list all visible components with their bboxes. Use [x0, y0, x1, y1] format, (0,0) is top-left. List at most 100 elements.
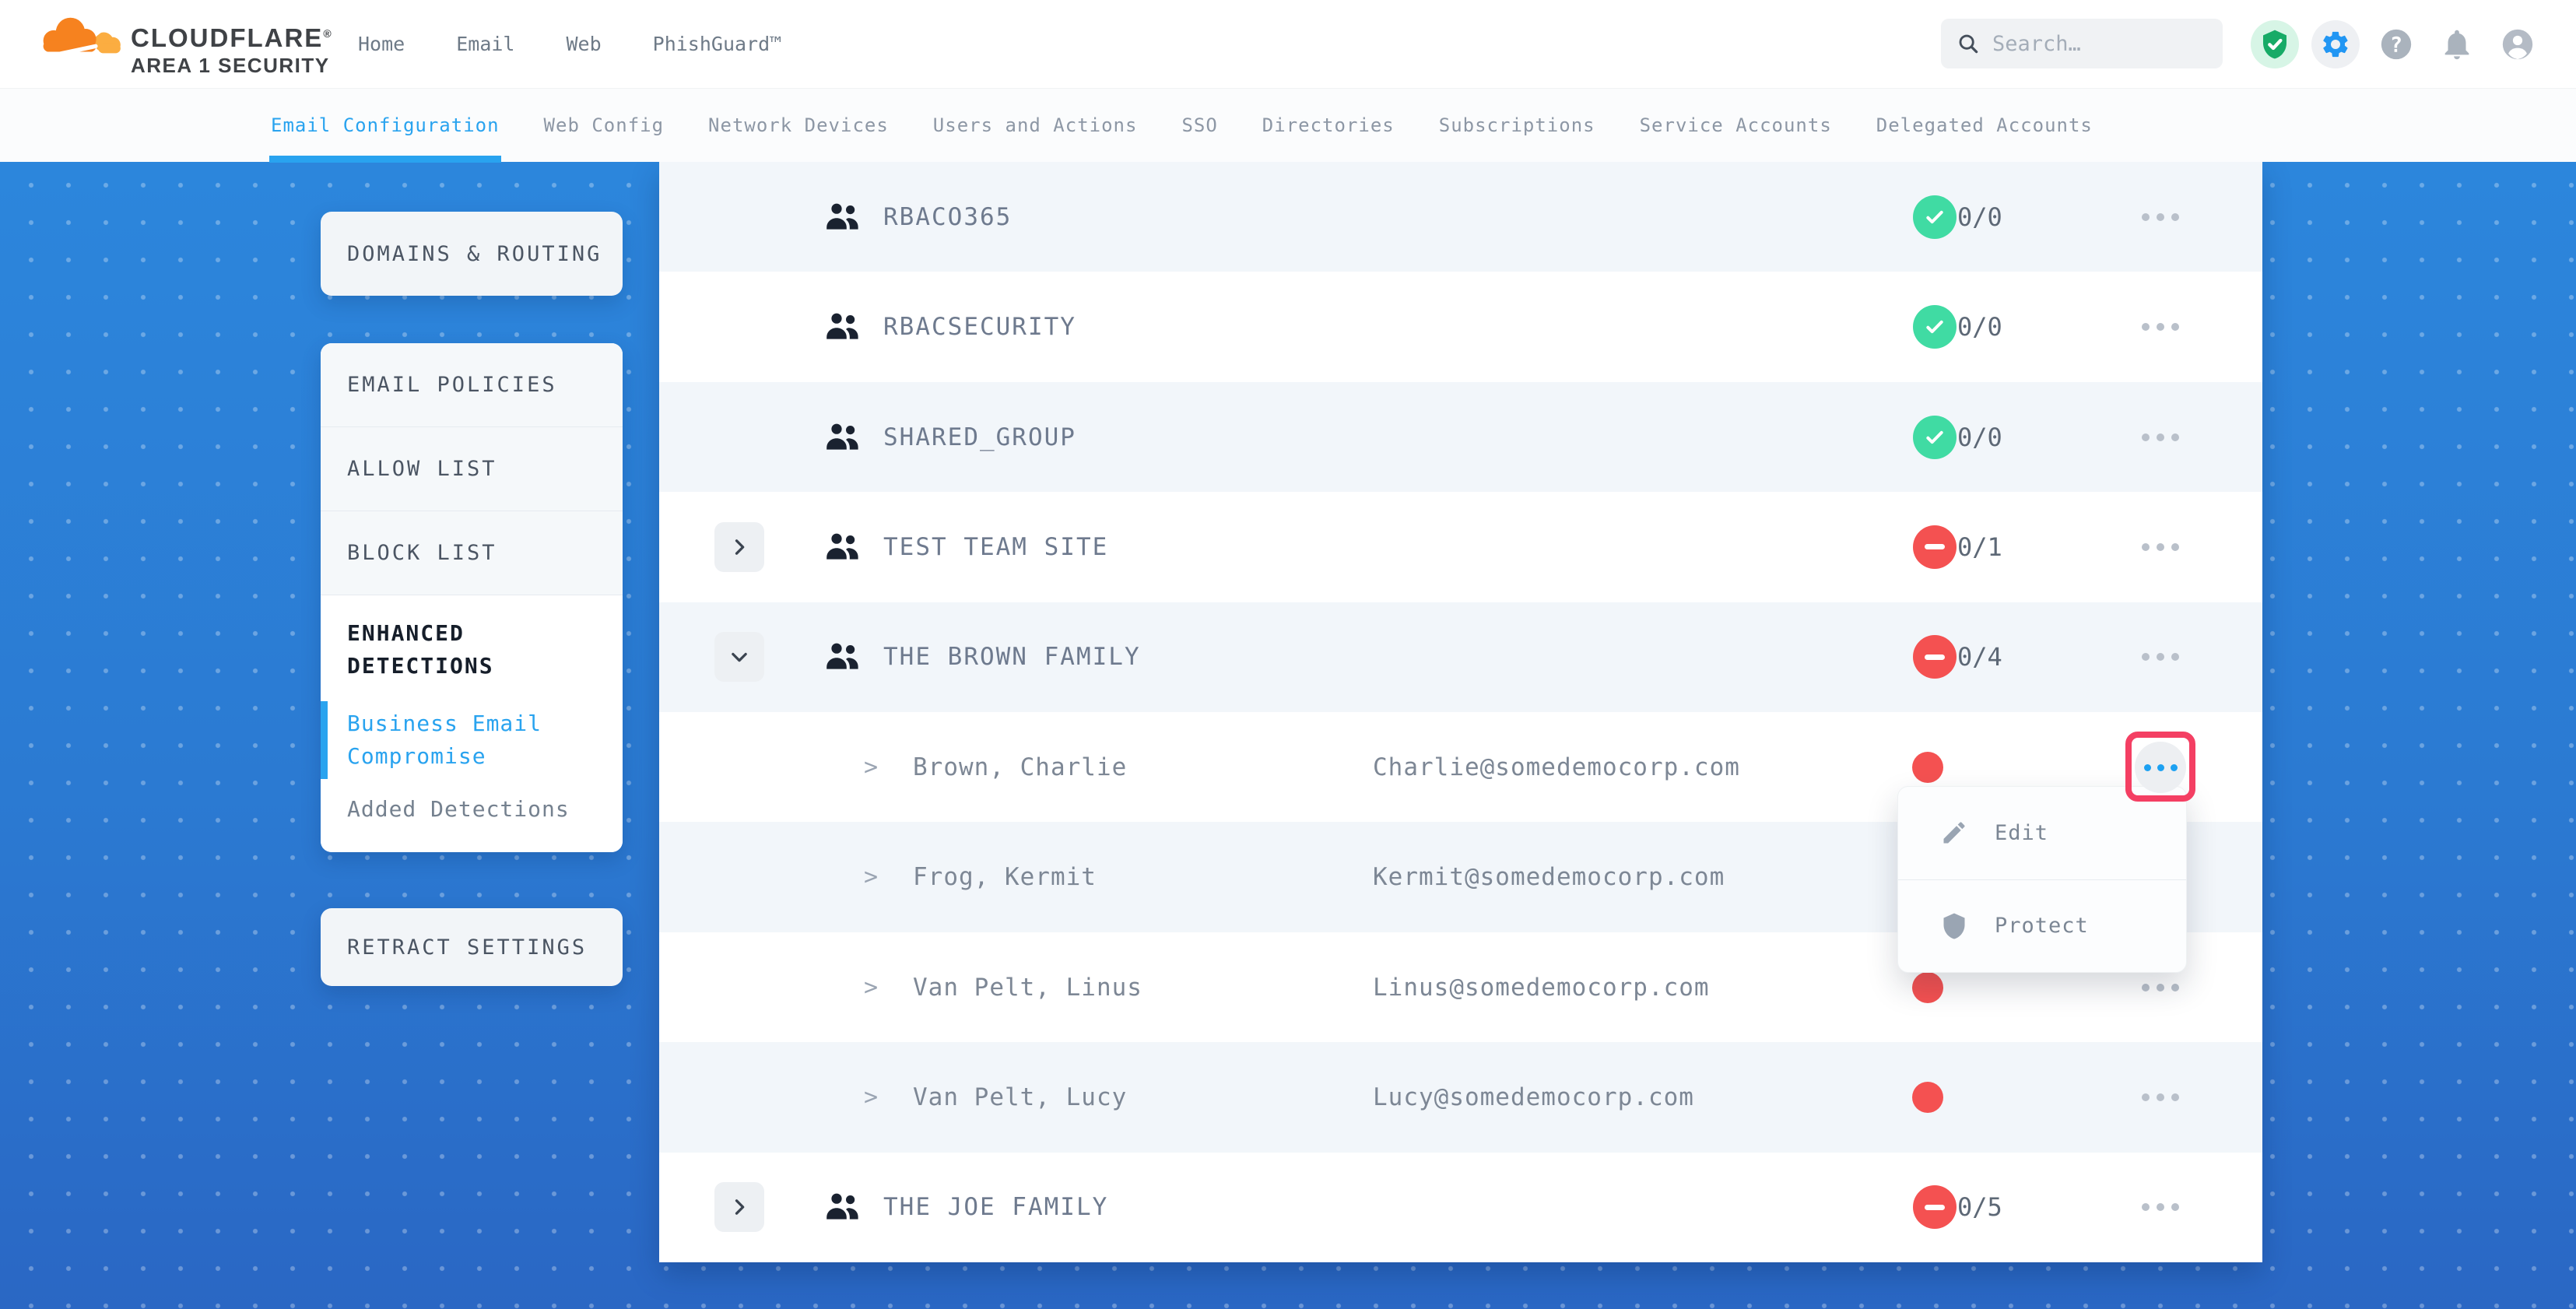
cloudflare-logo[interactable]: CLOUDFLARE® AREA 1 SECURITY — [34, 6, 333, 75]
sidebar-policies-card: EMAIL POLICIES ALLOW LIST BLOCK LIST ENH… — [321, 343, 623, 852]
svg-text:?: ? — [2390, 33, 2402, 57]
group-icon — [824, 420, 862, 454]
group-name: THE JOE FAMILY — [883, 1193, 1108, 1221]
groups-table: RBACO365 0/0 RBACSECURITY 0/0 SHARED_GRO… — [659, 162, 2262, 1262]
tab-users-and-actions[interactable]: Users and Actions — [933, 89, 1138, 163]
help-icon: ? — [2378, 26, 2414, 62]
member-email: Linus@somedemocorp.com — [1373, 974, 1710, 1002]
row-actions-button-active[interactable] — [2135, 742, 2186, 793]
app-header: CLOUDFLARE® AREA 1 SECURITY Home Email W… — [0, 0, 2576, 88]
chevron-right-icon — [728, 1196, 750, 1218]
row-actions-button[interactable] — [2127, 1076, 2194, 1119]
tab-delegated-accounts[interactable]: Delegated Accounts — [1876, 89, 2093, 163]
expand-button[interactable] — [714, 522, 764, 572]
sidebar-item-added-detections[interactable]: Added Detections — [347, 796, 596, 822]
nav-web[interactable]: Web — [566, 33, 601, 55]
table-row: THE BROWN FAMILY 0/4 — [659, 602, 2262, 712]
status-dot-icon — [1912, 1082, 1943, 1113]
search-box[interactable] — [1941, 19, 2223, 68]
cloudflare-cloud-icon — [34, 12, 126, 59]
nav-home[interactable]: Home — [358, 33, 405, 55]
group-icon — [824, 530, 862, 564]
row-actions-button[interactable] — [2127, 1185, 2194, 1229]
notifications-button[interactable] — [2433, 20, 2481, 68]
tab-sso[interactable]: SSO — [1181, 89, 1217, 163]
pencil-icon — [1940, 819, 1968, 847]
status-blocked-icon — [1913, 525, 1957, 569]
expand-button[interactable] — [714, 1182, 764, 1232]
sidebar-item-retract-settings[interactable]: RETRACT SETTINGS — [321, 908, 623, 986]
chevron-down-icon — [728, 646, 750, 668]
help-button[interactable]: ? — [2372, 20, 2420, 68]
group-name: RBACSECURITY — [883, 313, 1076, 341]
row-actions-button[interactable] — [2127, 416, 2194, 459]
sidebar-item-label: BLOCK LIST — [347, 541, 497, 565]
nav-email[interactable]: Email — [456, 33, 514, 55]
row-actions-button[interactable] — [2127, 195, 2194, 239]
member-name: Frog, Kermit — [913, 863, 1097, 891]
protected-count: 0/4 — [1957, 642, 2002, 672]
sidebar-item-label: EMAIL POLICIES — [347, 373, 557, 397]
sidebar-section-enhanced-detections: ENHANCED DETECTIONS Business Email Compr… — [321, 595, 623, 852]
protected-count: 0/1 — [1957, 532, 2002, 562]
top-nav: Home Email Web PhishGuard™ — [358, 0, 781, 88]
avatar-icon — [2500, 26, 2536, 62]
nav-phishguard[interactable]: PhishGuard™ — [653, 33, 782, 55]
member-chevron: > — [864, 864, 878, 891]
registered-mark: ® — [323, 27, 332, 40]
sidebar-item-email-policies[interactable]: EMAIL POLICIES — [321, 343, 623, 427]
sidebar-item-block-list[interactable]: BLOCK LIST — [321, 511, 623, 595]
row-actions-button[interactable] — [2127, 525, 2194, 569]
row-context-menu: Edit Protect — [1897, 786, 2187, 973]
member-name: Brown, Charlie — [913, 753, 1127, 781]
member-email: Charlie@somedemocorp.com — [1373, 753, 1740, 781]
menu-item-edit[interactable]: Edit — [1898, 787, 2186, 879]
menu-item-protect[interactable]: Protect — [1898, 879, 2186, 973]
sidebar-item-allow-list[interactable]: ALLOW LIST — [321, 427, 623, 511]
chevron-right-icon — [728, 536, 750, 558]
member-email: Lucy@somedemocorp.com — [1373, 1083, 1694, 1111]
row-actions-button[interactable] — [2127, 305, 2194, 349]
sidebar-item-label: RETRACT SETTINGS — [347, 935, 587, 960]
tab-directories[interactable]: Directories — [1262, 89, 1395, 163]
member-chevron: > — [864, 753, 878, 781]
content-area: DOMAINS & ROUTING EMAIL POLICIES ALLOW L… — [0, 162, 2576, 1309]
tab-web-config[interactable]: Web Config — [544, 89, 665, 163]
group-name: RBACO365 — [883, 203, 1012, 231]
tab-service-accounts[interactable]: Service Accounts — [1640, 89, 1832, 163]
gear-icon — [2320, 29, 2351, 60]
enhanced-detections-title[interactable]: ENHANCED DETECTIONS — [347, 617, 596, 683]
bell-icon — [2439, 26, 2475, 62]
member-email: Kermit@somedemocorp.com — [1373, 863, 1725, 891]
sidebar-item-label: DOMAINS & ROUTING — [347, 242, 602, 266]
sidebar-item-label: ALLOW LIST — [347, 457, 497, 481]
status-ok-icon — [1913, 195, 1957, 239]
table-row: > Van Pelt, Lucy Lucy@somedemocorp.com — [659, 1042, 2262, 1152]
tab-network-devices[interactable]: Network Devices — [708, 89, 889, 163]
tab-email-configuration[interactable]: Email Configuration — [271, 89, 500, 163]
protection-status-button[interactable] — [2251, 20, 2299, 68]
sidebar-item-domains-routing[interactable]: DOMAINS & ROUTING — [321, 212, 623, 296]
status-blocked-icon — [1913, 1185, 1957, 1229]
search-icon — [1957, 32, 1980, 55]
table-row: THE JOE FAMILY 0/5 — [659, 1153, 2262, 1262]
status-ok-icon — [1913, 305, 1957, 349]
group-icon — [824, 200, 862, 234]
protected-count: 0/5 — [1957, 1192, 2002, 1222]
status-dot-icon — [1912, 752, 1943, 783]
tab-subscriptions[interactable]: Subscriptions — [1439, 89, 1595, 163]
row-actions-button[interactable] — [2127, 635, 2194, 679]
account-button[interactable] — [2494, 20, 2542, 68]
menu-item-label: Protect — [1995, 914, 2089, 938]
settings-button[interactable] — [2311, 20, 2360, 68]
search-input[interactable] — [1992, 32, 2207, 56]
table-row: SHARED_GROUP 0/0 — [659, 382, 2262, 492]
collapse-button[interactable] — [714, 632, 764, 682]
group-icon — [824, 1190, 862, 1224]
member-chevron: > — [864, 1083, 878, 1111]
sidebar-item-business-email-compromise[interactable]: Business Email Compromise — [347, 707, 596, 773]
header-icons: ? — [2251, 0, 2542, 88]
member-name: Van Pelt, Linus — [913, 974, 1142, 1002]
group-name: TEST TEAM SITE — [883, 533, 1108, 561]
sub-brand: AREA 1 SECURITY — [131, 55, 333, 75]
